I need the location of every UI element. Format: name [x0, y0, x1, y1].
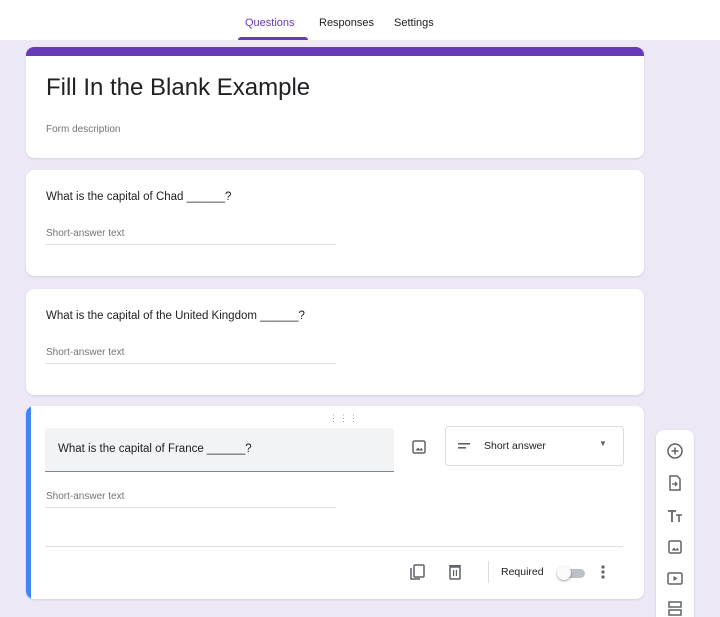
question-title: What is the capital of Chad ______?: [46, 191, 232, 203]
short-answer-placeholder: Short-answer text: [46, 347, 125, 358]
required-toggle[interactable]: [557, 566, 587, 580]
top-tab-bar: Questions Responses Settings: [0, 0, 720, 40]
short-answer-placeholder: Short-answer text: [46, 228, 125, 239]
required-label: Required: [501, 566, 544, 578]
add-video-icon[interactable]: [665, 568, 685, 588]
toggle-thumb: [557, 566, 571, 580]
drag-handle-icon[interactable]: ⋮⋮⋮: [329, 413, 359, 424]
delete-icon[interactable]: [444, 561, 466, 583]
tab-questions[interactable]: Questions: [245, 17, 295, 29]
theme-stripe: [26, 47, 644, 56]
short-answer-placeholder: Short-answer text: [46, 491, 125, 502]
question-card[interactable]: What is the capital of the United Kingdo…: [26, 289, 644, 395]
tab-settings[interactable]: Settings: [394, 17, 434, 29]
question-title-value: What is the capital of France ______?: [58, 443, 252, 455]
floating-toolbar: [656, 430, 694, 617]
form-title[interactable]: Fill In the Blank Example: [46, 74, 310, 102]
question-title-input[interactable]: What is the capital of France ______?: [45, 428, 394, 472]
card-footer-divider: [45, 546, 623, 547]
answer-underline: [46, 363, 336, 364]
question-type-label: Short answer: [484, 440, 546, 452]
question-type-dropdown[interactable]: Short answer ▼: [445, 426, 624, 466]
short-answer-icon: [457, 439, 471, 458]
tab-responses[interactable]: Responses: [319, 17, 374, 29]
footer-vertical-divider: [488, 561, 489, 583]
chevron-down-icon: ▼: [599, 439, 607, 448]
add-section-icon[interactable]: [665, 598, 685, 617]
add-image-icon[interactable]: [665, 537, 685, 557]
form-description-field[interactable]: Form description: [46, 124, 120, 135]
answer-underline: [46, 244, 336, 245]
question-card[interactable]: What is the capital of Chad ______? Shor…: [26, 170, 644, 276]
add-image-icon[interactable]: [408, 436, 430, 458]
add-question-icon[interactable]: [665, 441, 685, 461]
add-title-icon[interactable]: [665, 506, 685, 526]
active-question-card[interactable]: ⋮⋮⋮ What is the capital of France ______…: [26, 406, 644, 599]
duplicate-icon[interactable]: [406, 561, 428, 583]
more-options-icon[interactable]: [596, 561, 610, 583]
import-questions-icon[interactable]: [665, 473, 685, 493]
form-header-card[interactable]: Fill In the Blank Example Form descripti…: [26, 47, 644, 158]
active-card-indicator: [26, 406, 31, 599]
answer-underline: [46, 507, 336, 508]
question-title: What is the capital of the United Kingdo…: [46, 310, 305, 322]
